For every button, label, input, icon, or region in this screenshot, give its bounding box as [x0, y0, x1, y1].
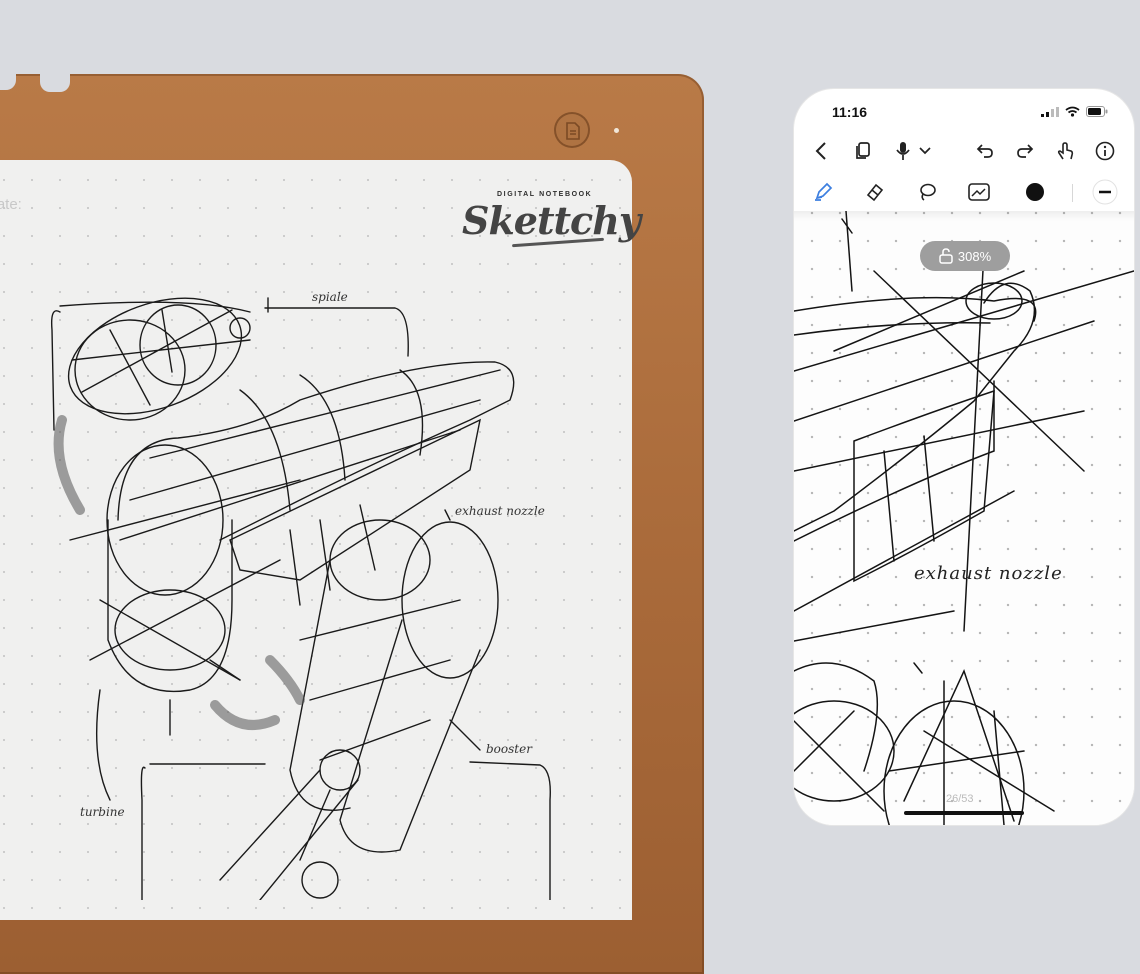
chevron-down-icon[interactable] — [912, 138, 938, 164]
image-icon[interactable] — [966, 179, 992, 205]
zoom-level-text: 308% — [957, 248, 992, 264]
battery-icon — [1086, 106, 1108, 117]
zoomed-sketch-drawing — [794, 211, 1134, 825]
status-icons — [1041, 106, 1108, 117]
pen-icon[interactable] — [810, 179, 836, 205]
color-swatch[interactable] — [1022, 179, 1048, 205]
top-toolbar — [794, 133, 1134, 169]
unlock-icon — [939, 248, 953, 264]
sketch-label-booster: booster — [486, 742, 532, 756]
pages-icon[interactable] — [850, 138, 876, 164]
rocket-sketch-drawing — [50, 297, 551, 900]
page-indicator: 26/53 — [946, 793, 974, 805]
sketch-label-turbine: turbine — [80, 805, 125, 819]
stroke-width-icon[interactable] — [1092, 179, 1118, 205]
status-time: 11:16 — [832, 104, 868, 120]
phone-app-screen: 11:16 308% exhaust nozzle 26/53 — [794, 89, 1134, 825]
signal-icon — [1041, 106, 1059, 117]
info-icon[interactable] — [1092, 138, 1118, 164]
sketch-label-exhaust-nozzle: exhaust nozzle — [914, 563, 1063, 584]
drawing-tools-toolbar — [794, 173, 1134, 211]
lasso-icon[interactable] — [914, 179, 940, 205]
redo-icon[interactable] — [1012, 138, 1038, 164]
home-indicator — [904, 811, 1024, 815]
sketch-label-exhaust-nozzle: exhaust nozzle — [455, 504, 545, 518]
sketch-label-spiral: spiale — [312, 290, 348, 304]
wifi-icon — [1065, 106, 1080, 117]
zoom-level-pill[interactable]: 308% — [920, 241, 1010, 271]
touch-icon[interactable] — [1052, 138, 1078, 164]
toolbar-divider — [1072, 184, 1073, 202]
undo-icon[interactable] — [972, 138, 998, 164]
back-icon[interactable] — [808, 138, 834, 164]
eraser-icon[interactable] — [862, 179, 888, 205]
